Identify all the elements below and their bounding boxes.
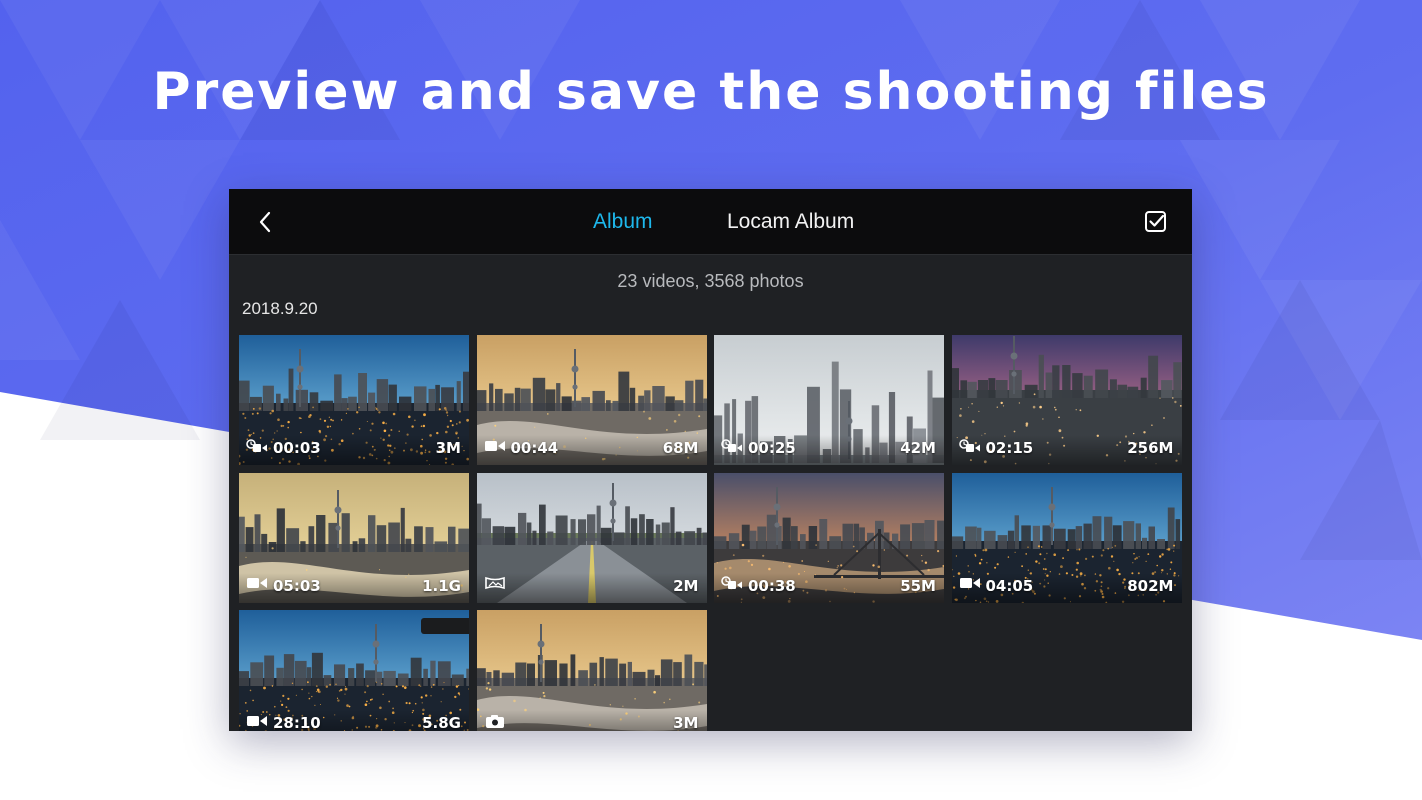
media-meta: 00:44	[484, 438, 559, 459]
media-meta: 00:38	[721, 576, 796, 596]
tab-locam-album[interactable]: Locam Album	[727, 210, 854, 234]
album-summary: 23 videos, 3568 photos	[617, 271, 804, 291]
media-meta: 02:15	[958, 438, 1034, 459]
media-size: 55M	[900, 576, 936, 595]
media-size: 3M	[435, 439, 461, 457]
media-meta: 05:03	[246, 576, 321, 596]
media-duration: 05:03	[273, 576, 321, 595]
media-thumbnail[interactable]: 05:03 1.1G	[239, 472, 469, 603]
media-duration: 04:05	[985, 576, 1034, 595]
media-thumbnail[interactable]: 00:25 42M	[714, 335, 944, 465]
media-duration: 28:10	[273, 714, 321, 731]
headline: Preview and save the shooting files	[152, 62, 1270, 122]
back-button[interactable]	[251, 208, 279, 236]
media-meta: 28:10	[246, 713, 321, 731]
media-duration: 00:03	[273, 439, 321, 457]
top-bar: Album Locam Album	[229, 189, 1192, 255]
select-button[interactable]	[1142, 208, 1170, 236]
panorama-icon	[484, 575, 506, 596]
timelapse-video-icon	[721, 438, 743, 459]
album-screen: Album Locam Album 23 videos, 3568 photos…	[229, 189, 1192, 731]
media-meta: 00:25	[721, 438, 796, 458]
checkbox-checked-icon	[1145, 211, 1166, 232]
media-thumbnail[interactable]: 2M	[476, 472, 707, 603]
media-thumbnail[interactable]: 28:10 5.8G	[239, 610, 469, 731]
media-size: 802M	[1127, 576, 1174, 595]
media-thumbnail[interactable]: 00:03 3M	[239, 335, 469, 465]
media-size: 42M	[900, 439, 936, 457]
timelapse-video-icon	[246, 438, 268, 459]
media-meta: 04:05	[959, 575, 1034, 596]
media-duration: 00:38	[748, 576, 796, 595]
media-thumbnail[interactable]: 02:15 256M	[951, 335, 1182, 465]
media-duration: 02:15	[985, 439, 1034, 457]
timelapse-video-icon	[958, 438, 981, 459]
video-camera-icon	[246, 575, 268, 596]
media-size: 256M	[1127, 439, 1174, 457]
media-meta	[484, 576, 506, 596]
media-meta	[484, 713, 506, 731]
media-duration: 00:25	[748, 439, 796, 457]
timelapse-video-icon	[721, 575, 743, 596]
media-size: 5.8G	[422, 714, 461, 731]
media-meta: 00:03	[246, 438, 321, 458]
tab-album[interactable]: Album	[593, 210, 653, 234]
media-thumbnail[interactable]: 00:38 55M	[714, 472, 944, 603]
media-thumbnail[interactable]: 04:05 802M	[951, 472, 1182, 603]
date-header: 2018.9.20	[242, 299, 318, 318]
media-size: 68M	[662, 439, 699, 457]
video-camera-icon	[484, 438, 506, 459]
overlay-tab	[421, 618, 469, 634]
media-duration: 00:44	[510, 439, 559, 457]
video-camera-icon	[959, 575, 981, 596]
chevron-left-icon	[259, 211, 271, 233]
video-camera-icon	[246, 713, 268, 732]
media-thumbnail[interactable]: 00:44 68M	[476, 335, 707, 465]
camera-icon	[484, 713, 506, 732]
media-thumbnail[interactable]: 3M	[476, 610, 707, 731]
media-size: 3M	[673, 714, 699, 731]
media-size: 1.1G	[422, 576, 461, 595]
media-size: 2M	[673, 576, 699, 595]
